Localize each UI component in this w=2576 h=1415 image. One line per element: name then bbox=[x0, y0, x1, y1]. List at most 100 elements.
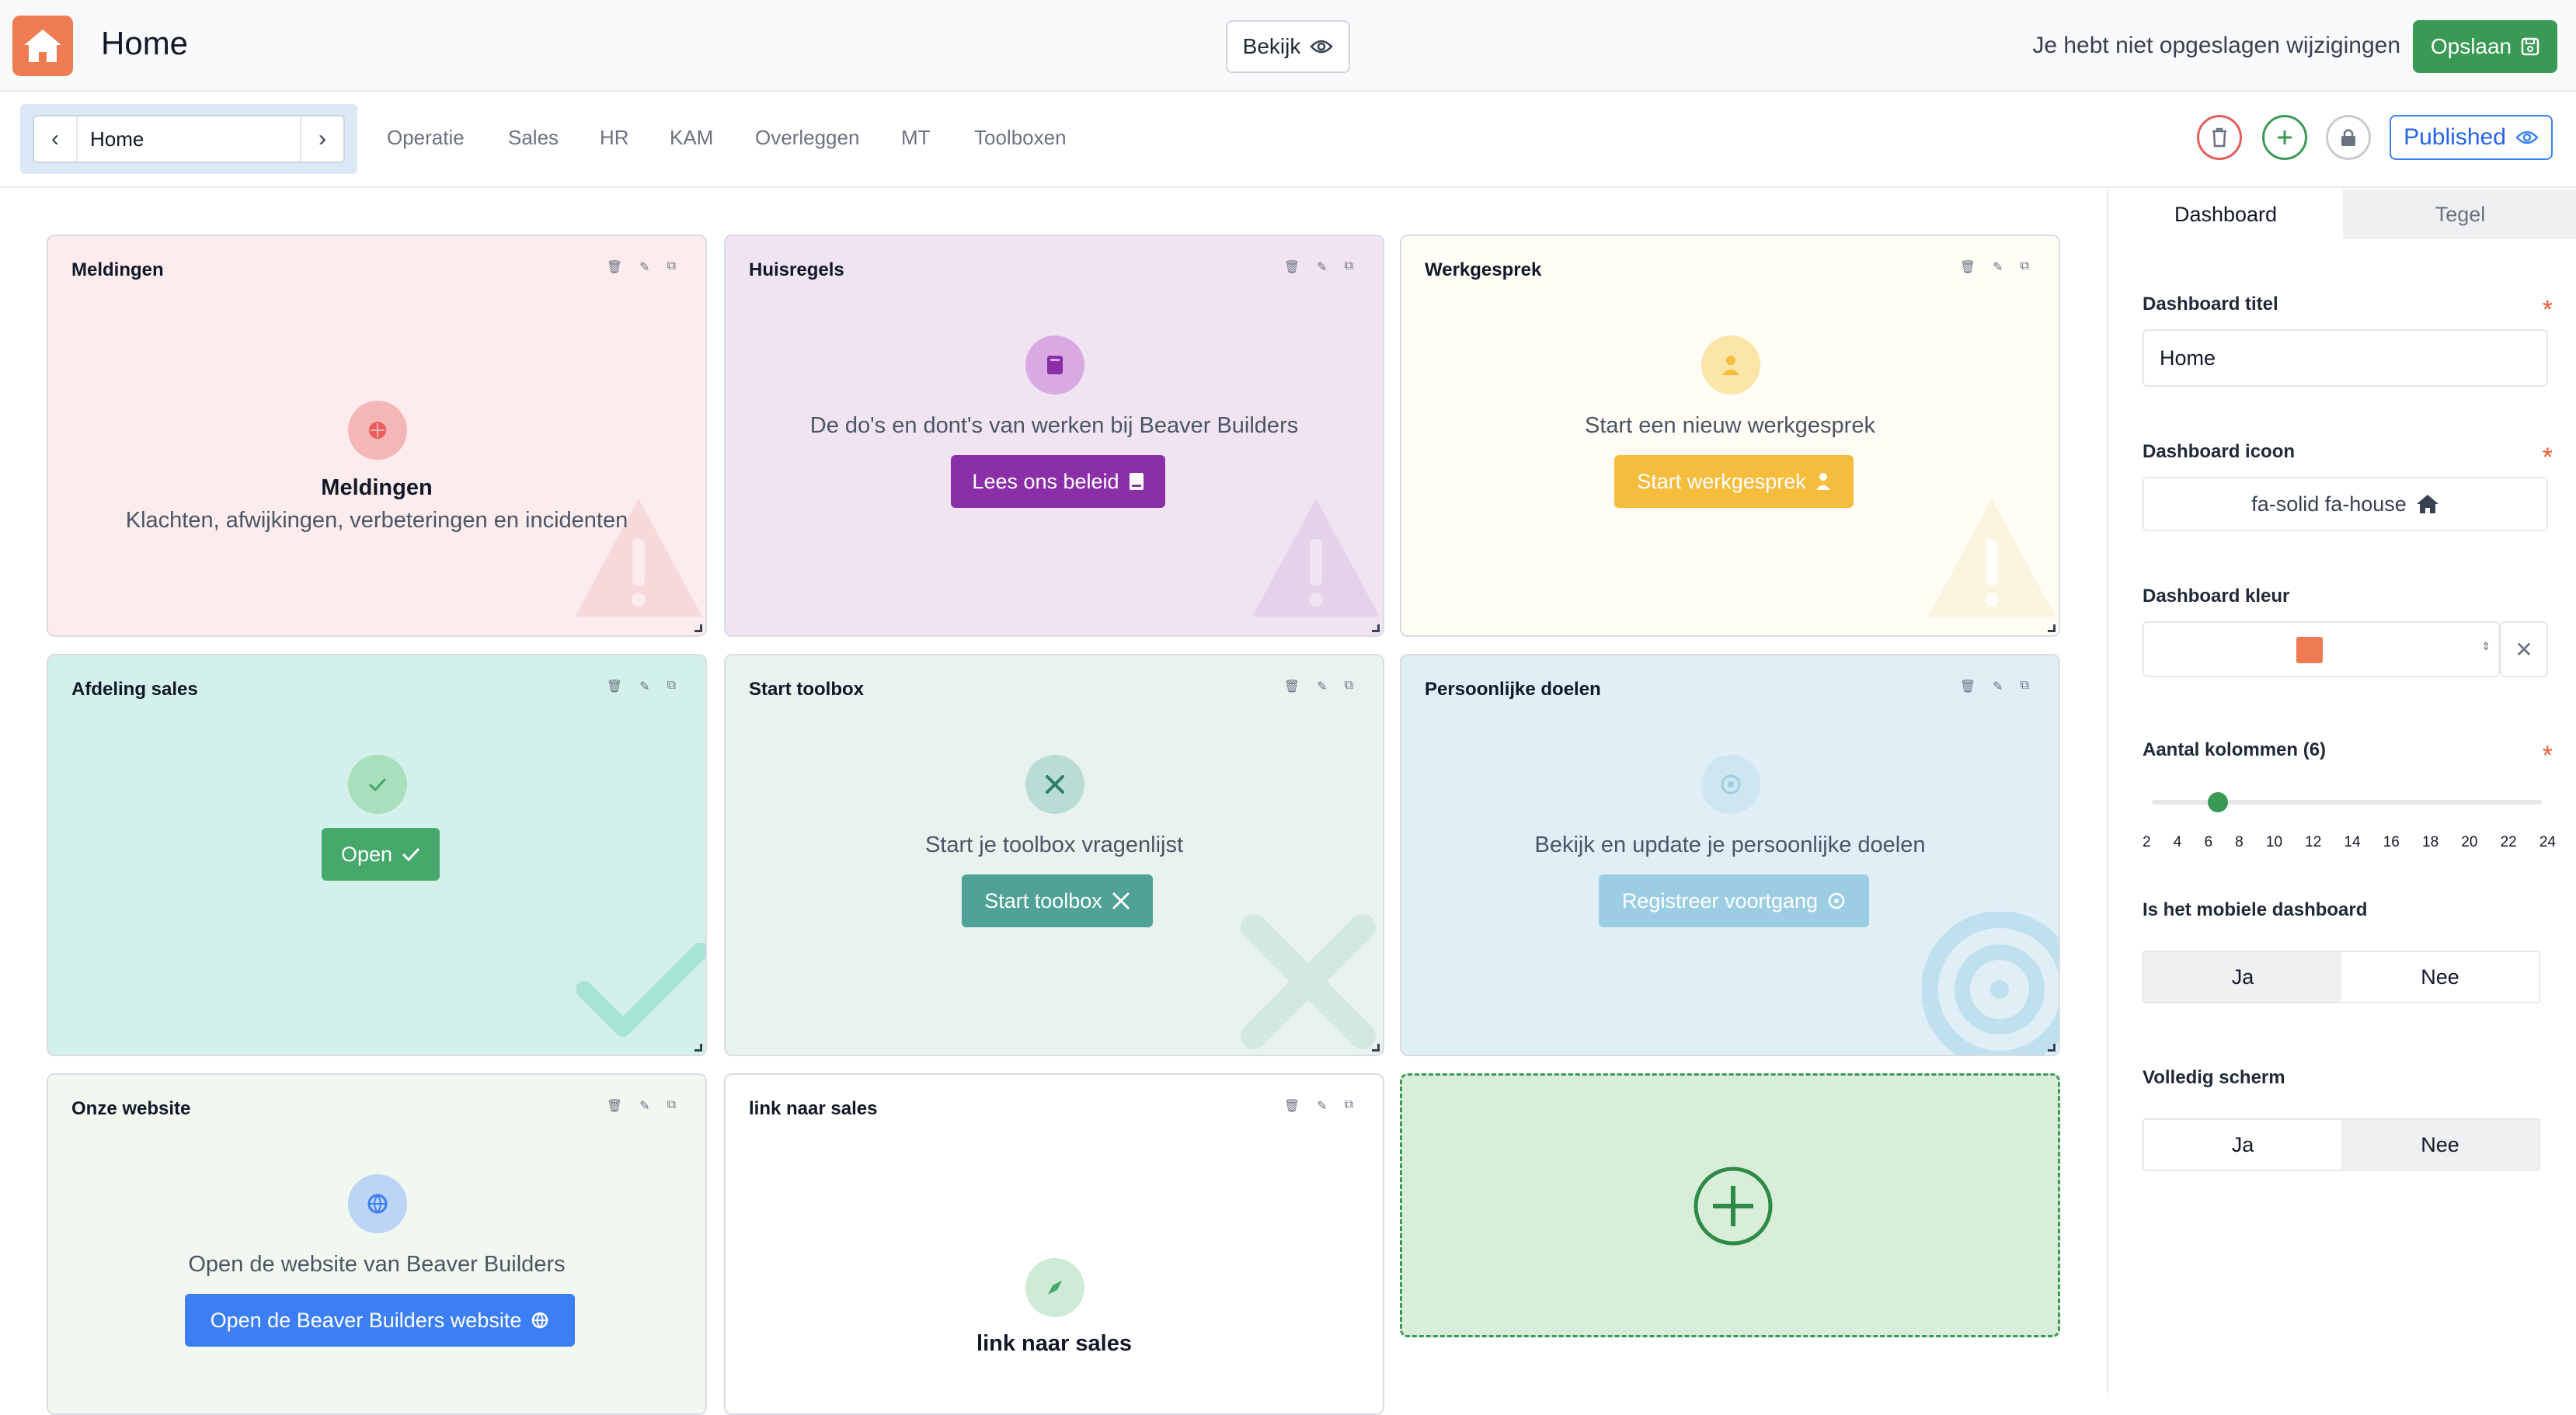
warning-triangle-icon bbox=[1928, 499, 2056, 617]
delete-dashboard-button[interactable] bbox=[2197, 115, 2242, 160]
published-toggle[interactable]: Published bbox=[2390, 115, 2553, 160]
dashboard-color-input[interactable]: ⇕ bbox=[2143, 621, 2500, 677]
view-label: Bekijk bbox=[1242, 34, 1301, 58]
top-bar: Home Bekijk Je hebt niet opgeslagen wijz… bbox=[0, 0, 2576, 92]
trash-icon[interactable]: 🗑 bbox=[1960, 259, 1976, 275]
clear-color-button[interactable]: ✕ bbox=[2500, 621, 2548, 677]
button-label: Lees ons beleid bbox=[972, 469, 1119, 493]
copy-icon[interactable]: ⧉ bbox=[667, 1098, 676, 1114]
trash-icon[interactable]: 🗑 bbox=[1960, 679, 1976, 694]
pencil-icon[interactable]: ✎ bbox=[639, 679, 649, 694]
pencil-icon[interactable]: ✎ bbox=[639, 1098, 649, 1114]
tile-meldingen[interactable]: Meldingen 🗑 ✎ ⧉ Meldingen Klachten, afwijk… bbox=[47, 235, 707, 637]
lock-dashboard-button[interactable] bbox=[2326, 115, 2371, 160]
resize-handle[interactable] bbox=[1372, 1044, 1380, 1052]
columns-slider-handle[interactable] bbox=[2208, 792, 2228, 812]
view-button[interactable]: Bekijk bbox=[1226, 20, 1350, 73]
tools-icon bbox=[1112, 892, 1130, 909]
mobile-dashboard-toggle: Ja Nee bbox=[2143, 951, 2540, 1003]
plus-icon bbox=[2278, 130, 2292, 144]
add-dashboard-button[interactable] bbox=[2262, 115, 2307, 160]
trash-icon[interactable]: 🗑 bbox=[1284, 679, 1300, 694]
tile-werkgesprek[interactable]: Werkgesprek 🗑 ✎ ⧉ Start een nieuw werkgesp… bbox=[1400, 235, 2060, 637]
tab-tegel[interactable]: Tegel bbox=[2343, 189, 2576, 239]
copy-icon[interactable]: ⧉ bbox=[1345, 1098, 1353, 1114]
open-website-button[interactable]: Open de Beaver Builders website bbox=[185, 1294, 575, 1347]
tile-text: Bekijk en update je persoonlijke doelen bbox=[1534, 833, 1926, 857]
tile-onze-website[interactable]: Onze website 🗑 ✎ ⧉ Open de website van Bea… bbox=[47, 1073, 707, 1415]
pencil-icon[interactable]: ✎ bbox=[1317, 679, 1327, 694]
dashboard-title-input[interactable]: Home bbox=[2143, 329, 2548, 387]
warning-triangle-icon bbox=[1252, 499, 1380, 617]
add-tile-button[interactable] bbox=[1400, 1073, 2060, 1337]
copy-icon[interactable]: ⧉ bbox=[2021, 679, 2029, 694]
tile-persoonlijke-doelen[interactable]: Persoonlijke doelen 🗑 ✎ ⧉ Bekijk en update… bbox=[1400, 654, 2060, 1056]
trash-icon[interactable]: 🗑 bbox=[607, 679, 622, 694]
tab-kam[interactable]: KAM bbox=[670, 126, 713, 150]
mobile-dashboard-label: Is het mobiele dashboard bbox=[2143, 899, 2368, 920]
button-label: Open de Beaver Builders website bbox=[210, 1308, 522, 1332]
pencil-icon[interactable]: ✎ bbox=[1317, 1098, 1327, 1114]
dashboard-icon-select[interactable]: fa-solid fa-house bbox=[2143, 477, 2548, 531]
tab-operatie[interactable]: Operatie bbox=[387, 126, 465, 150]
copy-icon[interactable]: ⧉ bbox=[1345, 259, 1353, 275]
tile-link-naar-sales[interactable]: link naar sales 🗑 ✎ ⧉ link naar sales bbox=[724, 1073, 1384, 1415]
tab-sales[interactable]: Sales bbox=[508, 126, 559, 150]
tile-start-toolbox[interactable]: Start toolbox 🗑 ✎ ⧉ Start je toolbox vrage… bbox=[724, 654, 1384, 1056]
fullscreen-toggle: Ja Nee bbox=[2143, 1118, 2540, 1171]
trash-icon[interactable]: 🗑 bbox=[607, 1098, 622, 1114]
open-button[interactable]: Open bbox=[322, 828, 440, 881]
mobile-nee-option[interactable]: Nee bbox=[2341, 952, 2539, 1002]
tile-huisregels[interactable]: Huisregels 🗑 ✎ ⧉ De do's en dont's van wer… bbox=[724, 235, 1384, 637]
tile-tools: 🗑 ✎ ⧉ bbox=[607, 259, 676, 275]
resize-handle[interactable] bbox=[694, 624, 702, 632]
check-icon bbox=[402, 847, 420, 862]
tile-title: Onze website bbox=[71, 1098, 191, 1119]
tile-afdeling-sales[interactable]: Afdeling sales 🗑 ✎ ⧉ Open bbox=[47, 654, 707, 1056]
tab-overleggen[interactable]: Overleggen bbox=[755, 126, 859, 150]
house-icon[interactable] bbox=[12, 16, 73, 76]
tab-mt[interactable]: MT bbox=[901, 126, 931, 150]
copy-icon[interactable]: ⧉ bbox=[667, 259, 676, 275]
current-dashboard[interactable]: Home bbox=[76, 116, 301, 162]
tile-text: Klachten, afwijkingen, verbeteringen en … bbox=[125, 508, 628, 533]
copy-icon[interactable]: ⧉ bbox=[667, 679, 676, 694]
start-toolbox-button[interactable]: Start toolbox bbox=[962, 874, 1153, 927]
pencil-icon[interactable]: ✎ bbox=[1993, 259, 2003, 275]
copy-icon[interactable]: ⧉ bbox=[2021, 259, 2029, 275]
dashboard-grid: Meldingen 🗑 ✎ ⧉ Meldingen Klachten, afwijk… bbox=[0, 189, 2107, 1415]
save-button[interactable]: Opslaan bbox=[2413, 20, 2557, 73]
fullscreen-ja-option[interactable]: Ja bbox=[2144, 1120, 2341, 1170]
chevron-left-icon[interactable]: ‹ bbox=[34, 116, 76, 162]
trash-icon bbox=[2212, 127, 2226, 148]
fullscreen-nee-option[interactable]: Nee bbox=[2341, 1120, 2539, 1170]
page-title: Home bbox=[101, 25, 189, 61]
book-icon bbox=[1129, 473, 1144, 490]
tile-tools: 🗑 ✎ ⧉ bbox=[1284, 679, 1353, 694]
resize-handle[interactable] bbox=[1372, 624, 1380, 632]
tab-dashboard[interactable]: Dashboard bbox=[2108, 189, 2343, 239]
resize-handle[interactable] bbox=[2048, 1044, 2056, 1052]
tools-icon bbox=[1025, 755, 1084, 814]
pencil-icon[interactable]: ✎ bbox=[1317, 259, 1327, 275]
dashboard-title-label: Dashboard titel bbox=[2143, 294, 2278, 315]
trash-icon[interactable]: 🗑 bbox=[607, 259, 622, 275]
tile-heading: link naar sales bbox=[976, 1331, 1132, 1356]
trash-icon[interactable]: 🗑 bbox=[1284, 1098, 1300, 1114]
read-policy-button[interactable]: Lees ons beleid bbox=[951, 455, 1165, 508]
resize-handle[interactable] bbox=[2048, 624, 2056, 632]
mobile-ja-option[interactable]: Ja bbox=[2144, 952, 2341, 1002]
chevron-right-icon[interactable]: › bbox=[301, 116, 343, 162]
pen-nib-icon bbox=[1025, 1258, 1084, 1317]
columns-ticks: 2 4 6 8 10 12 14 16 18 20 22 24 bbox=[2143, 834, 2556, 850]
plus-circle-icon bbox=[1694, 1166, 1773, 1246]
pencil-icon[interactable]: ✎ bbox=[1993, 679, 2003, 694]
register-progress-button[interactable]: Registreer voortgang bbox=[1599, 874, 1869, 927]
tab-hr[interactable]: HR bbox=[600, 126, 629, 150]
start-work-conversation-button[interactable]: Start werkgesprek bbox=[1614, 455, 1854, 508]
resize-handle[interactable] bbox=[694, 1044, 702, 1052]
pencil-icon[interactable]: ✎ bbox=[639, 259, 649, 275]
trash-icon[interactable]: 🗑 bbox=[1284, 259, 1300, 275]
tab-toolboxen[interactable]: Toolboxen bbox=[974, 126, 1067, 150]
copy-icon[interactable]: ⧉ bbox=[1345, 679, 1353, 694]
